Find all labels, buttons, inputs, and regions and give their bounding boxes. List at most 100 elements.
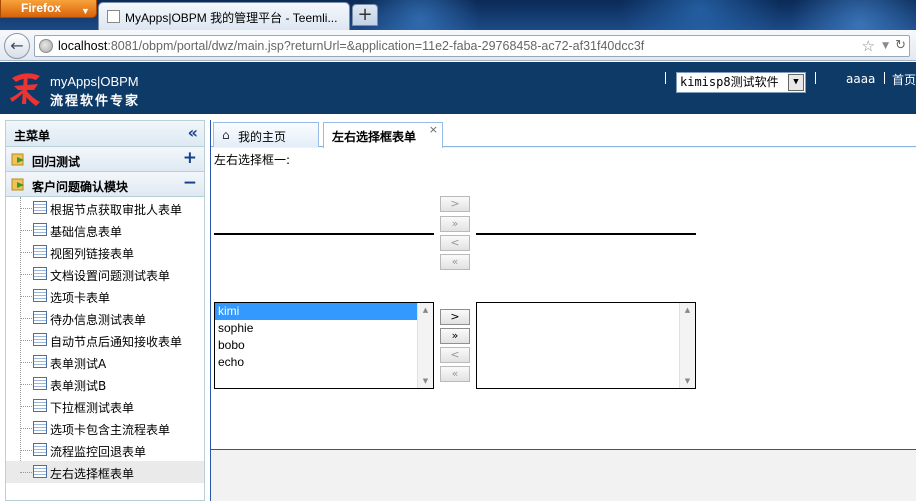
form-icon — [33, 355, 47, 368]
sidebar-item[interactable]: 自动节点后通知接收表单 — [6, 329, 204, 351]
scroll-up-icon[interactable]: ▲ — [680, 303, 695, 317]
list-option[interactable]: echo — [215, 354, 433, 371]
sidebar-item-selected[interactable]: 左右选择框表单 — [6, 461, 204, 483]
logo-icon — [10, 73, 40, 106]
application-select[interactable]: kimisp8测试软件 ▼ — [676, 72, 806, 93]
sidebar-item-label: 视图列链接表单 — [50, 247, 135, 261]
folder-arrow-icon — [11, 153, 24, 166]
right-listbox[interactable]: ▲ ▼ — [476, 302, 696, 389]
form-icon — [33, 223, 47, 236]
form-icon — [33, 399, 47, 412]
url-path: :8081/obpm/portal/dwz/main.jsp?returnUrl… — [107, 39, 645, 53]
back-button[interactable]: ← — [4, 33, 30, 59]
move-all-right-button[interactable]: » — [440, 328, 470, 344]
move-left-button[interactable]: < — [440, 235, 470, 251]
form-icon — [33, 443, 47, 456]
sidebar-item[interactable]: 选项卡表单 — [6, 285, 204, 307]
move-all-left-button[interactable]: « — [440, 254, 470, 270]
globe-icon — [39, 39, 53, 53]
close-icon[interactable]: × — [429, 123, 438, 136]
header-divider — [884, 72, 885, 84]
chevron-down-icon: ▼ — [788, 74, 804, 91]
app-header: myApps|OBPM 流程软件专家 kimisp8测试软件 ▼ aaaa 首页 — [0, 62, 916, 114]
sidebar-item-label: 表单测试B — [50, 379, 107, 393]
sidebar-item-label: 待办信息测试表单 — [50, 313, 147, 327]
sidebar-item-label: 文档设置问题测试表单 — [50, 269, 171, 283]
list-option[interactable]: bobo — [215, 337, 433, 354]
sidebar-group-regression[interactable]: 回归测试 + — [6, 147, 204, 172]
collapse-sidebar-icon[interactable]: « — [188, 123, 198, 142]
home-icon: ⌂ — [222, 128, 230, 142]
sidebar-item[interactable]: 流程监控回退表单 — [6, 439, 204, 461]
list-option[interactable]: kimi — [215, 303, 417, 320]
sidebar-item[interactable]: 根据节点获取审批人表单 — [6, 197, 204, 219]
form-icon — [33, 421, 47, 434]
sidebar-group-label: 回归测试 — [32, 155, 81, 169]
header-divider — [665, 72, 666, 84]
form-icon — [33, 465, 47, 478]
scrollbar[interactable]: ▲ ▼ — [417, 303, 433, 388]
sidebar-item-label: 选项卡表单 — [50, 291, 111, 305]
current-user[interactable]: aaaa — [846, 72, 875, 86]
header-divider — [815, 72, 816, 84]
left-listbox[interactable]: kimi sophie bobo echo ▲ ▼ — [214, 302, 434, 389]
sidebar-group-customer-issues[interactable]: 客户问题确认模块 − — [6, 172, 204, 197]
sidebar-item[interactable]: 表单测试A — [6, 351, 204, 373]
tab-label: 我的主页 — [238, 130, 287, 144]
sidebar-item-label: 流程监控回退表单 — [50, 445, 147, 459]
sidebar-title: 主菜单 — [14, 129, 51, 143]
history-dropdown-icon[interactable]: ▼ — [882, 41, 889, 51]
expand-icon[interactable]: + — [183, 148, 197, 168]
move-right-button[interactable]: > — [440, 196, 470, 212]
right-select-empty[interactable] — [476, 233, 696, 235]
browser-tab-active[interactable]: MyApps|OBPM 我的管理平台 - Teemli... — [98, 2, 350, 30]
sidebar-item[interactable]: 基础信息表单 — [6, 219, 204, 241]
sidebar-item-label: 表单测试A — [50, 357, 107, 371]
firefox-menu-label: Firefox — [21, 1, 62, 15]
list-option[interactable]: sophie — [215, 320, 433, 337]
application-select-value: kimisp8测试软件 — [680, 75, 779, 89]
page-icon — [107, 10, 120, 23]
form-icon — [33, 245, 47, 258]
move-left-button[interactable]: < — [440, 347, 470, 363]
browser-tab-title: MyApps|OBPM 我的管理平台 - Teemli... — [125, 11, 338, 25]
sidebar-item-label: 根据节点获取审批人表单 — [50, 203, 183, 217]
scroll-up-icon[interactable]: ▲ — [418, 303, 433, 317]
scroll-down-icon[interactable]: ▼ — [680, 374, 695, 388]
url-text: localhost:8081/obpm/portal/dwz/main.jsp?… — [58, 39, 644, 53]
home-link[interactable]: 首页 — [892, 71, 916, 88]
sidebar-item-label: 左右选择框表单 — [50, 467, 135, 481]
scroll-down-icon[interactable]: ▼ — [418, 374, 433, 388]
scrollbar[interactable]: ▲ ▼ — [679, 303, 695, 388]
firefox-menu-button[interactable]: Firefox ▼ — [0, 0, 97, 18]
sidebar-item[interactable]: 文档设置问题测试表单 — [6, 263, 204, 285]
move-all-right-button[interactable]: » — [440, 216, 470, 232]
sidebar-item[interactable]: 视图列链接表单 — [6, 241, 204, 263]
form-content: 左右选择框一: > » < « kimi sophie bobo echo ▲ ▼… — [211, 148, 916, 450]
app-name: myApps|OBPM — [50, 74, 139, 89]
new-tab-button[interactable]: + — [352, 4, 378, 26]
url-bar[interactable]: localhost:8081/obpm/portal/dwz/main.jsp?… — [34, 35, 910, 57]
tab-label: 左右选择框表单 — [332, 130, 417, 144]
menu-tree: 根据节点获取审批人表单 基础信息表单 视图列链接表单 文档设置问题测试表单 选项… — [6, 197, 204, 483]
left-select-empty[interactable] — [214, 233, 434, 235]
collapse-icon[interactable]: − — [183, 173, 197, 193]
back-arrow-icon: ← — [10, 36, 24, 55]
sidebar: 主菜单 « 回归测试 + 客户问题确认模块 − 根据节点获取审批人表单 基础信息… — [5, 120, 205, 501]
tab-my-home[interactable]: ⌂ 我的主页 — [213, 122, 319, 147]
sidebar-header: 主菜单 « — [6, 121, 204, 147]
url-host: localhost — [58, 39, 108, 53]
sidebar-item[interactable]: 选项卡包含主流程表单 — [6, 417, 204, 439]
bookmark-star-icon[interactable]: ☆ — [862, 37, 875, 55]
move-all-left-button[interactable]: « — [440, 366, 470, 382]
page-tabs: ⌂ 我的主页 左右选择框表单 × — [211, 120, 916, 148]
sidebar-item[interactable]: 待办信息测试表单 — [6, 307, 204, 329]
sidebar-item[interactable]: 下拉框测试表单 — [6, 395, 204, 417]
tab-left-right-select-form[interactable]: 左右选择框表单 × — [323, 122, 443, 148]
form-icon — [33, 267, 47, 280]
move-right-button[interactable]: > — [440, 309, 470, 325]
sidebar-item[interactable]: 表单测试B — [6, 373, 204, 395]
navigation-bar: ← localhost:8081/obpm/portal/dwz/main.js… — [0, 30, 916, 61]
reload-icon[interactable]: ↻ — [895, 38, 906, 53]
field-label: 左右选择框一: — [214, 153, 291, 167]
